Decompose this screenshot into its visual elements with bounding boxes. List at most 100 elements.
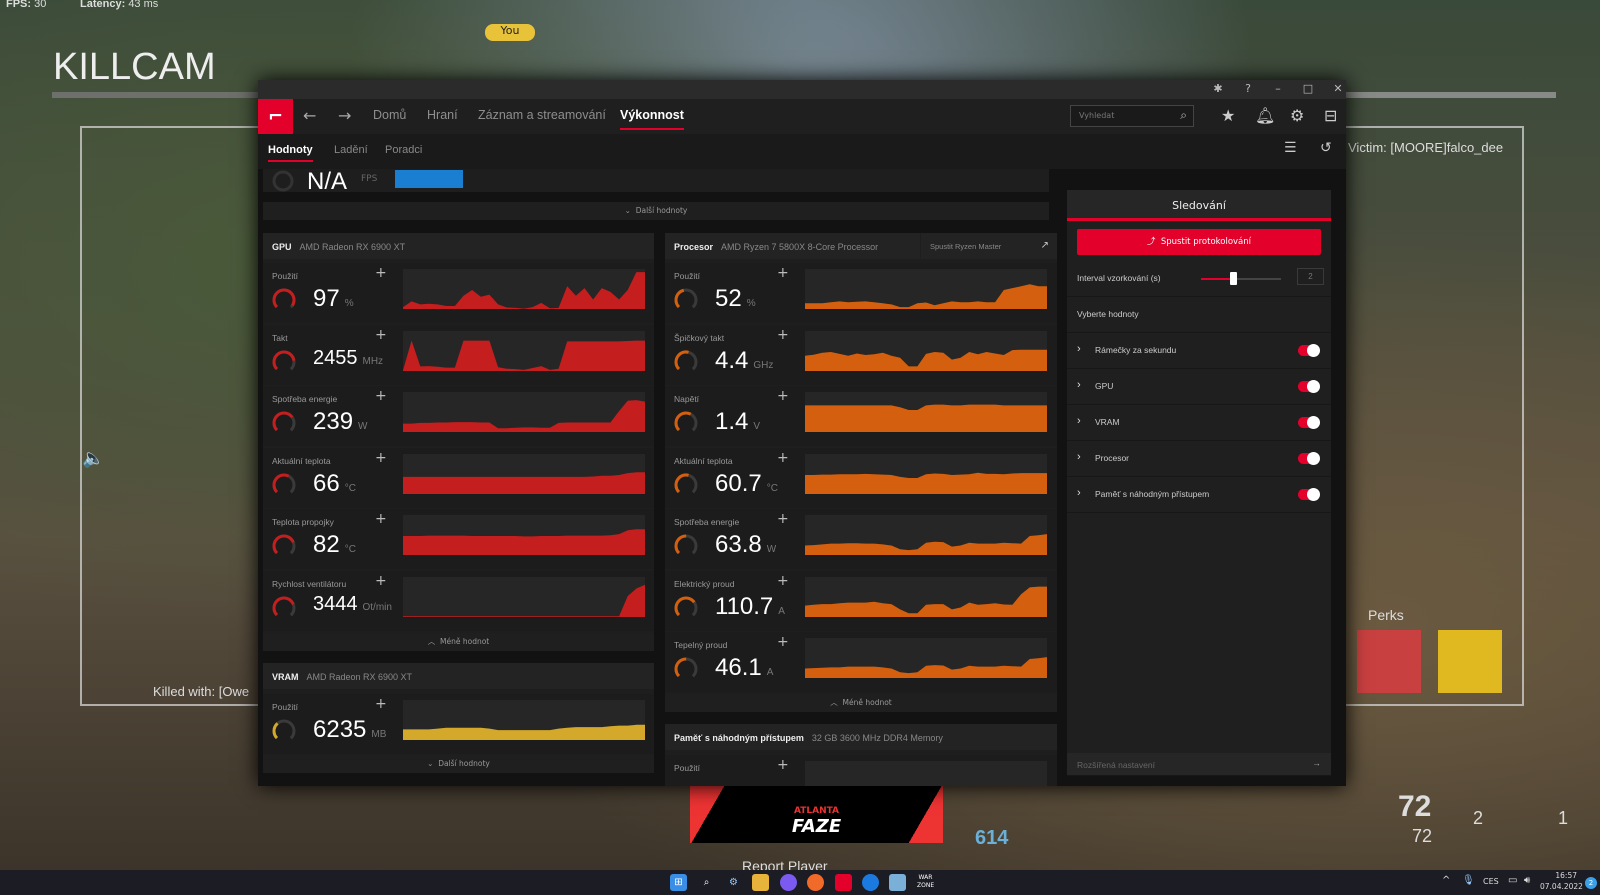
- interval-input[interactable]: 2: [1297, 268, 1324, 285]
- amd-software-window: ✱ ? – □ ✕ ⌐ ← → Domů Hraní Záznam a stre…: [258, 80, 1346, 786]
- firefox-icon[interactable]: [807, 874, 824, 891]
- start-logging-button[interactable]: ⤴ Spustit protokolování: [1077, 229, 1321, 255]
- slider-thumb[interactable]: [1230, 272, 1237, 285]
- close-button[interactable]: ✕: [1328, 82, 1348, 95]
- add-icon[interactable]: +: [777, 388, 789, 404]
- bell-icon[interactable]: 🔔︎: [1255, 106, 1275, 125]
- sparkline-area: [805, 349, 1047, 371]
- settings-icon[interactable]: ⚙: [725, 874, 742, 891]
- notification-badge[interactable]: 2: [1585, 877, 1597, 889]
- tracking-item-label: Procesor: [1095, 453, 1130, 463]
- metric-chart: [403, 453, 645, 494]
- clock-date[interactable]: 07.04.2022: [1540, 882, 1583, 891]
- chevron-right-icon[interactable]: ›: [1077, 343, 1081, 355]
- nav-performance[interactable]: Výkonnost: [620, 108, 684, 130]
- ryzen-master-button[interactable]: Spustit Ryzen Master ↗: [921, 233, 1057, 259]
- add-icon[interactable]: +: [777, 450, 789, 466]
- tracking-item[interactable]: › Paměť s náhodným přístupem: [1067, 477, 1331, 513]
- add-icon[interactable]: +: [777, 265, 789, 281]
- volume-icon[interactable]: 🔊︎: [1524, 875, 1530, 886]
- metric-unit: W: [766, 544, 777, 555]
- add-icon[interactable]: +: [375, 265, 387, 281]
- advanced-settings-link[interactable]: Rozšířená nastavení →: [1067, 753, 1331, 776]
- metric-unit: %: [344, 298, 354, 309]
- tracking-toggle[interactable]: [1298, 452, 1320, 465]
- tab-advisors[interactable]: Poradci: [385, 144, 422, 156]
- bug-report-icon[interactable]: ✱: [1208, 82, 1228, 95]
- add-icon[interactable]: +: [777, 327, 789, 343]
- amd-logo[interactable]: ⌐: [258, 99, 293, 134]
- tray-expand-icon[interactable]: ^: [1442, 875, 1450, 886]
- search-icon[interactable]: ⌕: [698, 874, 715, 891]
- tracking-item[interactable]: › VRAM: [1067, 405, 1331, 441]
- back-icon[interactable]: ←: [303, 106, 316, 125]
- maximize-button[interactable]: □: [1298, 82, 1318, 95]
- messenger-icon[interactable]: [780, 874, 797, 891]
- add-icon[interactable]: +: [375, 573, 387, 589]
- star-icon[interactable]: ★: [1221, 106, 1235, 125]
- minimize-button[interactable]: –: [1268, 82, 1288, 95]
- add-icon[interactable]: +: [375, 388, 387, 404]
- file-explorer-icon[interactable]: [752, 874, 769, 891]
- reset-icon[interactable]: ↺: [1320, 140, 1332, 156]
- metric-chart: [805, 638, 1047, 678]
- list-view-icon[interactable]: ☰: [1284, 140, 1297, 156]
- add-icon[interactable]: +: [777, 511, 789, 527]
- chevron-right-icon[interactable]: ›: [1077, 379, 1081, 391]
- tracking-item[interactable]: › Rámečky za sekundu: [1067, 333, 1331, 369]
- tab-tuning[interactable]: Ladění: [334, 144, 368, 156]
- tracking-item[interactable]: › GPU: [1067, 369, 1331, 405]
- tracking-item[interactable]: › Procesor: [1067, 441, 1331, 477]
- metric-value: 52%: [715, 285, 756, 312]
- add-icon[interactable]: +: [375, 511, 387, 527]
- sparkline-area: [805, 586, 1047, 617]
- chevron-right-icon[interactable]: ›: [1077, 451, 1081, 463]
- add-icon[interactable]: +: [777, 757, 789, 773]
- start-logging-label: Spustit protokolování: [1160, 237, 1252, 247]
- gauge: [272, 534, 296, 558]
- add-icon[interactable]: +: [777, 573, 789, 589]
- perk-icon-1: [1357, 630, 1421, 693]
- help-icon[interactable]: ?: [1238, 82, 1258, 95]
- less-values-gpu[interactable]: ︿ Méně hodnot: [263, 633, 654, 651]
- interval-slider[interactable]: [1201, 272, 1281, 285]
- tracking-toggle[interactable]: [1298, 344, 1320, 357]
- killcam-title: KILLCAM: [53, 46, 216, 88]
- start-icon[interactable]: ⊞: [670, 874, 687, 891]
- clock-time[interactable]: 16:57: [1547, 871, 1577, 880]
- add-icon[interactable]: +: [375, 327, 387, 343]
- warzone-icon[interactable]: WAR ZONE: [917, 874, 934, 891]
- tracking-toggle[interactable]: [1298, 416, 1320, 429]
- perks-label: Perks: [1368, 607, 1404, 623]
- forward-icon[interactable]: →: [338, 106, 351, 125]
- more-values-fps[interactable]: ⌄ Další hodnoty: [263, 202, 1049, 220]
- sidebar-toggle-icon[interactable]: ⊟: [1324, 106, 1337, 125]
- nav-gaming[interactable]: Hraní: [427, 108, 458, 122]
- nav-record-stream[interactable]: Záznam a streamování: [478, 108, 606, 122]
- sparkline: [805, 404, 1047, 432]
- add-icon[interactable]: +: [375, 696, 387, 712]
- tracking-item-label: Rámečky za sekundu: [1095, 345, 1177, 355]
- add-icon[interactable]: +: [375, 450, 387, 466]
- language-indicator[interactable]: CES: [1483, 877, 1499, 886]
- gear-icon[interactable]: ⚙: [1290, 106, 1304, 125]
- battlenet-icon[interactable]: [862, 874, 879, 891]
- metric-unit: %: [746, 298, 756, 309]
- microphone-icon[interactable]: 🎙︎: [1462, 875, 1475, 886]
- tracking-toggle[interactable]: [1298, 488, 1320, 501]
- tab-metrics[interactable]: Hodnoty: [268, 144, 313, 162]
- add-icon[interactable]: +: [777, 634, 789, 650]
- chevron-right-icon[interactable]: ›: [1077, 487, 1081, 499]
- metric-chart: [403, 515, 645, 555]
- metric-label: Takt: [272, 332, 288, 343]
- nav-home[interactable]: Domů: [373, 108, 406, 122]
- network-icon[interactable]: ▭: [1508, 875, 1517, 886]
- metric-chart: [403, 330, 645, 371]
- amd-software-icon[interactable]: [835, 874, 852, 891]
- less-values-cpu[interactable]: ︿ Méně hodnot: [665, 694, 1057, 712]
- chevron-right-icon[interactable]: ›: [1077, 415, 1081, 427]
- tracking-toggle[interactable]: [1298, 380, 1320, 393]
- monitor-app-icon[interactable]: [889, 874, 906, 891]
- search-input[interactable]: Vyhledat ⌕: [1070, 105, 1194, 127]
- more-values-vram[interactable]: ⌄ Další hodnoty: [263, 755, 654, 773]
